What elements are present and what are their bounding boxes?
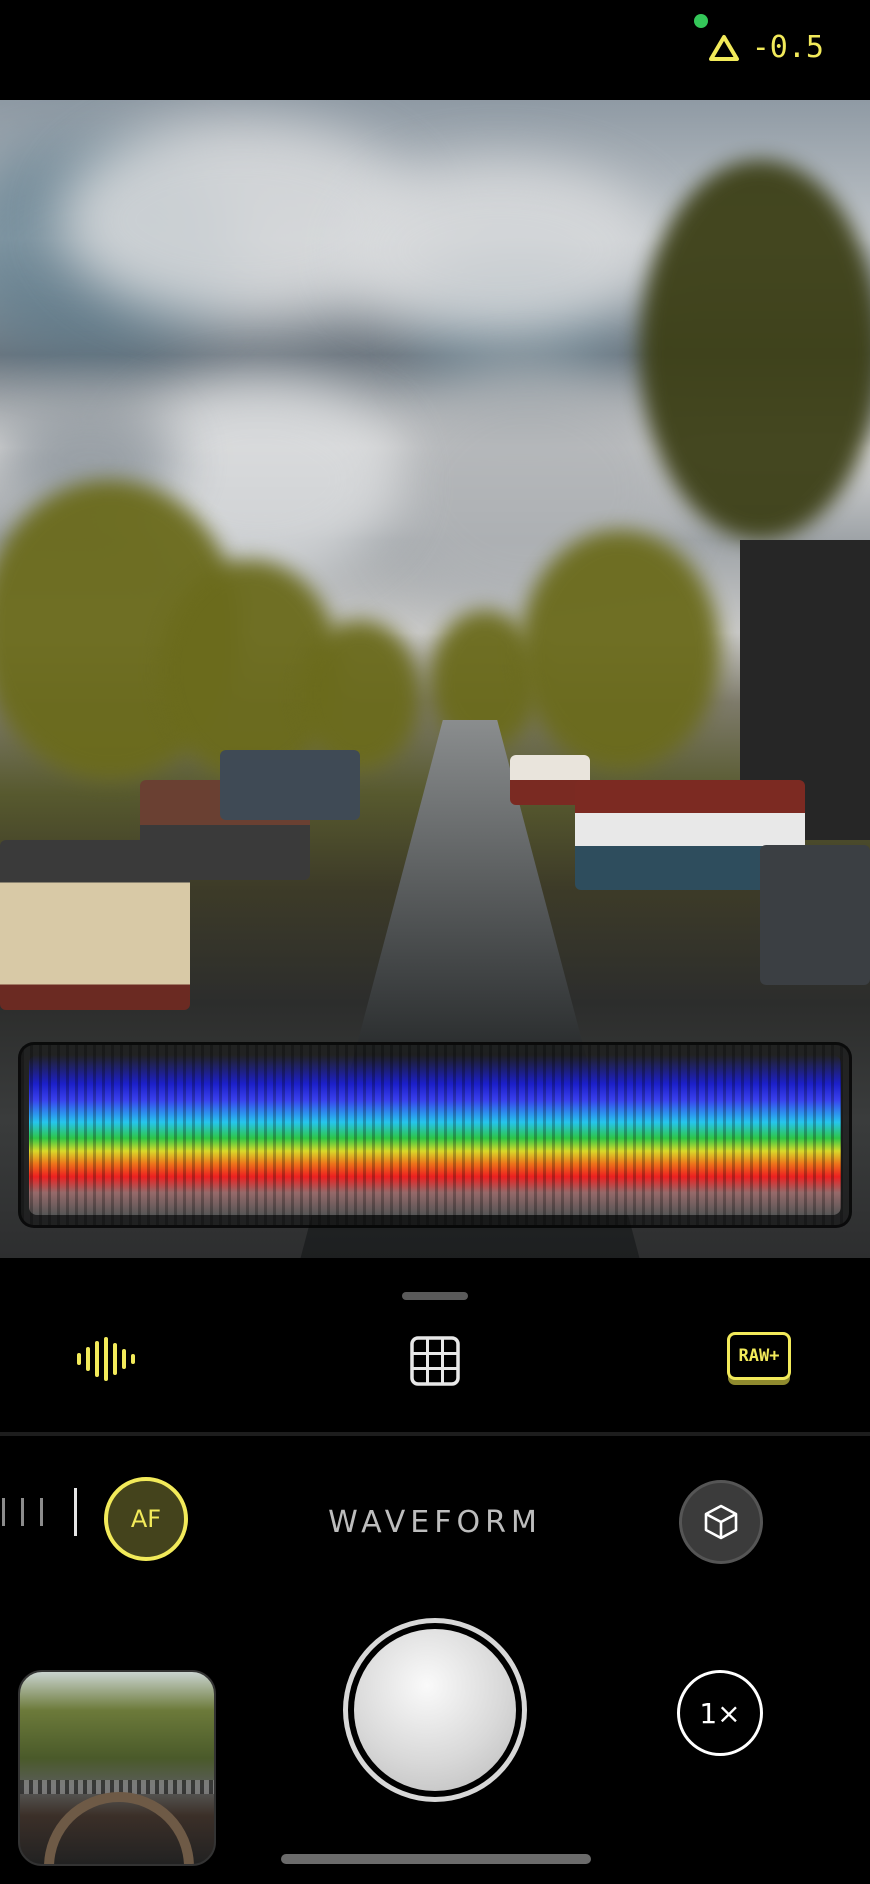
waveform-panel [18, 1042, 852, 1228]
privacy-indicator [694, 14, 708, 28]
home-indicator[interactable] [281, 1854, 591, 1864]
cube-icon [704, 1504, 738, 1540]
grid-toggle-button[interactable] [408, 1334, 462, 1388]
depth-mode-button[interactable] [679, 1480, 763, 1564]
status-bar: -0.5 [0, 0, 870, 100]
raw-format-label: RAW+ [738, 1346, 780, 1366]
autofocus-button[interactable]: AF [104, 1477, 188, 1561]
shutter-button[interactable] [343, 1618, 527, 1802]
autofocus-label: AF [130, 1505, 162, 1533]
grid-icon [410, 1336, 460, 1386]
exposure-compensation[interactable]: -0.5 [708, 30, 824, 65]
last-photo-thumbnail[interactable] [18, 1670, 216, 1866]
zoom-label: 1× [699, 1696, 741, 1730]
exposure-value: -0.5 [751, 30, 824, 65]
focus-dial[interactable] [0, 1488, 80, 1536]
divider [0, 1432, 870, 1436]
waveform-icon [77, 1337, 135, 1381]
drawer-handle[interactable] [402, 1292, 468, 1300]
mode-label: WAVEFORM [328, 1505, 542, 1540]
triangle-exposure-icon [708, 34, 739, 61]
waveform-toggle-button[interactable] [74, 1334, 138, 1384]
zoom-button[interactable]: 1× [677, 1670, 763, 1756]
raw-format-button[interactable]: RAW+ [727, 1332, 791, 1380]
